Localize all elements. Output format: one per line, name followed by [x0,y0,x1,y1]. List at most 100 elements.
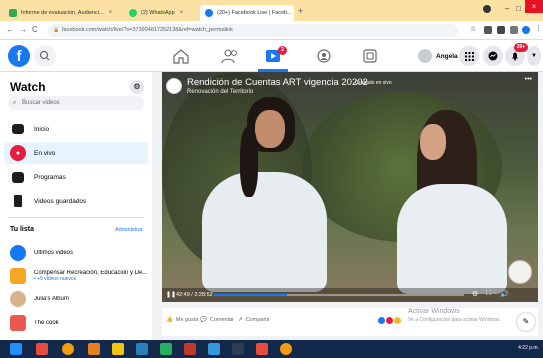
bookmark-icon [14,195,22,207]
search-icon: ⌕ [13,100,17,106]
admin-link[interactable]: Administrar [115,227,143,233]
sheet-icon [9,9,17,17]
lock-icon: 🔒 [53,27,60,33]
sidebar-item-label: Inicio [34,125,50,133]
minimize-button[interactable]: – [505,4,509,13]
star-icon[interactable]: ☆ [470,25,478,33]
extension-icon[interactable] [484,26,492,34]
tab-title: (20+) Facebook Live | Faceb... [217,10,292,16]
pause-icon[interactable]: ❚❚ [166,291,176,298]
reactions[interactable] [378,317,401,324]
taskbar-app-icon[interactable] [136,343,148,355]
gear-icon[interactable]: ⚙ [130,80,144,94]
sidebar-item-programas[interactable]: Programas [4,166,148,188]
browser-tab[interactable]: Informe de evaluación, Audienci... × [4,5,122,21]
forward-icon[interactable]: → [19,25,27,34]
notifications-badge: 20+ [514,43,528,52]
new-tab-button[interactable]: + [298,6,303,16]
volume-icon[interactable]: 🔊 [500,290,509,298]
video-player[interactable]: Rendición de Cuentas ART vigencia 20202 … [162,72,538,302]
list-item[interactable]: Julia's Album [4,288,148,310]
video-time: 42:49 / 2:28:52 [176,291,213,298]
search-videos-input[interactable]: ⌕ Buscar videos [8,96,144,110]
reload-icon[interactable]: C [32,25,38,34]
sidebar-title: Watch [10,80,46,94]
menu-grid-button[interactable] [459,46,479,66]
settings-icon[interactable]: ⚙ [472,290,478,298]
groups-icon[interactable] [314,47,334,65]
browser-tab[interactable]: (2) WhatsApp × [124,5,196,21]
list-item-label: The cook [34,320,59,326]
menu-kebab-icon[interactable]: ⋮ [535,24,543,32]
gaming-icon[interactable] [360,47,380,65]
edit-icon[interactable]: ✎ [517,313,535,331]
more-options-button[interactable]: ••• [525,76,532,83]
fullscreen-icon[interactable]: ⛶ [486,290,491,298]
list-item[interactable]: Compensar Recreación, Educación y De... … [4,265,148,287]
sidebar-item-inicio[interactable]: Inicio [4,118,148,140]
facebook-logo-icon[interactable]: f [8,45,30,67]
share-label: Compartir [245,317,270,323]
bell-icon [512,52,518,61]
messenger-button[interactable] [483,46,503,66]
person-right-face [420,124,446,160]
like-reaction-icon [378,317,385,324]
home-icon[interactable] [171,47,191,65]
comment-label: Comentar [209,317,235,323]
taskbar-app-icon[interactable] [232,343,244,355]
sidebar-item-label: Videos guardados [34,197,87,205]
extension-icon[interactable] [510,26,518,34]
taskbar-app-icon[interactable] [280,343,292,355]
tab-title: Informe de evaluación, Audienci... [21,10,104,16]
list-item[interactable]: Últimos videos [4,242,148,264]
share-icon: ↗ [238,317,243,323]
share-button[interactable]: ↗ Compartir [238,317,270,323]
search-button[interactable] [34,45,56,67]
browser-tab-active[interactable]: (20+) Facebook Live | Faceb... × [200,5,294,21]
search-placeholder: Buscar videos [22,100,60,106]
extension-icon[interactable] [497,26,505,34]
taskbar-app-icon[interactable] [112,343,124,355]
back-icon[interactable]: ← [6,25,14,34]
watch-sidebar: Watch ⚙ ⌕ Buscar videos Inicio ● En vivo… [0,72,152,340]
profile-dot-icon[interactable] [483,5,491,13]
list-item[interactable]: The cook [4,312,148,334]
progress-fill [214,294,287,296]
profile-name: Angela [436,52,458,60]
profile-chip[interactable]: Angela [418,47,458,65]
video-frame [162,72,538,302]
taskbar-app-icon[interactable] [256,343,268,355]
clapper-icon [12,171,24,183]
taskbar-app-icon[interactable] [160,343,172,355]
sidebar-item-en-vivo[interactable]: ● En vivo [4,142,148,164]
taskbar-app-icon[interactable] [62,343,74,355]
like-label: Me gusta [175,317,199,323]
taskbar-app-icon[interactable] [184,343,196,355]
page-name[interactable]: Renovación del Territorio [187,89,253,95]
taskbar-app-icon[interactable] [36,343,48,355]
sidebar-item-videos-guardados[interactable]: Videos guardados [4,190,148,212]
taskbar-app-icon[interactable] [88,343,100,355]
live-icon: ● [10,145,26,161]
comment-button[interactable]: 💬 Comentar [200,317,234,323]
watch-notification-badge: 2 [278,46,287,55]
account-menu-button[interactable]: ▼ [527,46,541,66]
close-icon[interactable]: × [180,10,184,16]
person-left-shirt [202,172,327,292]
avatar [10,315,26,331]
url-input[interactable]: 🔒 facebook.com/watch/live/?v=37399481725… [48,24,458,37]
channel-logo-icon [508,260,532,284]
friends-icon[interactable] [220,47,240,65]
profile-avatar-icon[interactable] [522,26,530,34]
sidebar-item-label: Programas [34,173,66,181]
recorded-live-badge: Grabado en vivo [355,80,392,86]
page-avatar[interactable] [166,78,182,94]
like-button[interactable]: 👍 Me gusta [166,317,198,323]
maximize-button[interactable]: □ [516,4,521,13]
taskbar-app-icon[interactable] [208,343,220,355]
window-close-button[interactable]: × [525,0,543,13]
sidebar-item-label: En vivo [34,149,56,157]
close-icon[interactable]: × [109,10,113,16]
progress-bar[interactable] [214,294,464,296]
windows-start-icon[interactable] [10,343,22,355]
